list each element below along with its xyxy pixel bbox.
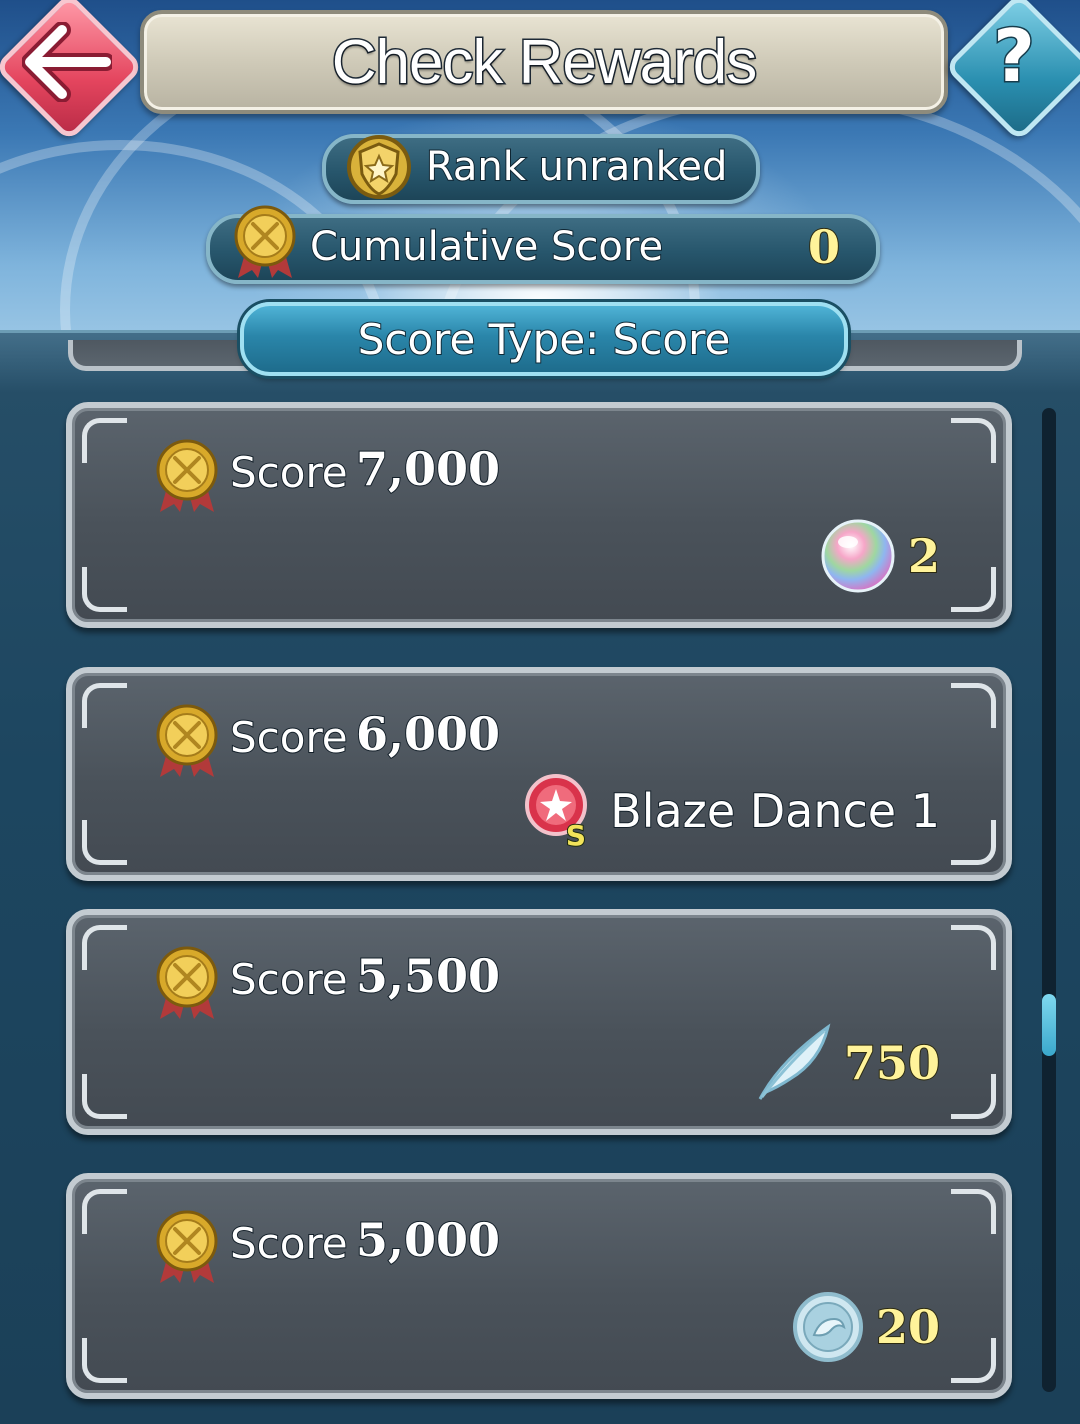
rewards-list[interactable]: Score 7,000 2 Score 6,000 S Blaze Dance …: [0, 340, 1080, 1421]
reward-card: Score 7,000 2: [66, 402, 1012, 628]
coin-icon: [792, 1292, 863, 1362]
scrollbar-thumb[interactable]: [1042, 994, 1056, 1056]
score-label: Score: [229, 447, 349, 498]
back-button[interactable]: [0, 0, 144, 142]
score-medal-icon: [156, 704, 218, 777]
score-threshold: 7,000: [355, 441, 501, 497]
cumulative-score-display: Cumulative Score 0: [206, 205, 880, 284]
skill-s-badge: S: [566, 819, 586, 849]
title-banner: Check Rewards: [140, 10, 948, 114]
list-scrollbar[interactable]: [1042, 408, 1056, 1392]
score-label: Score: [229, 1218, 349, 1269]
score-medal-icon: [156, 439, 218, 512]
help-question-icon: ?: [992, 13, 1037, 100]
cumulative-score-value: 0: [807, 219, 841, 275]
reward-card: Score 6,000 S Blaze Dance 1: [66, 667, 1012, 881]
reward-quantity: 20: [875, 1299, 941, 1355]
score-threshold: 5,500: [355, 948, 501, 1004]
score-medal-icon: [234, 205, 296, 278]
reward-card: Score 5,000 20: [66, 1173, 1012, 1399]
score-threshold: 6,000: [355, 706, 501, 762]
back-arrow-icon: [22, 22, 112, 102]
score-medal-icon: [156, 946, 218, 1019]
reward-quantity: 750: [843, 1035, 941, 1091]
score-label: Score: [229, 954, 349, 1005]
reward-item: S Blaze Dance 1: [524, 771, 941, 851]
score-type-label: Score Type: Score: [357, 314, 732, 365]
cumulative-score-label: Cumulative Score: [309, 223, 664, 271]
score-label: Score: [229, 712, 349, 763]
rank-display: Rank unranked: [322, 134, 760, 204]
reward-item: 750: [750, 1023, 941, 1103]
score-medal-icon: [156, 1210, 218, 1283]
orb-icon: [821, 519, 895, 593]
reward-card: Score 5,500 750: [66, 909, 1012, 1135]
feather-icon: [758, 1023, 831, 1100]
score-type-tab[interactable]: Score Type: Score: [240, 302, 848, 376]
reward-quantity: 2: [907, 528, 941, 584]
reward-item: 2: [818, 516, 941, 596]
help-button[interactable]: ?: [944, 0, 1080, 142]
skill-scroll-icon: S: [525, 774, 587, 849]
reward-item: 20: [790, 1287, 941, 1367]
rank-shield-icon: [347, 135, 411, 199]
page-title: Check Rewards: [330, 26, 759, 98]
reward-skill-name: Blaze Dance 1: [609, 783, 941, 839]
score-threshold: 5,000: [355, 1212, 501, 1268]
rank-label: Rank unranked: [425, 143, 728, 191]
